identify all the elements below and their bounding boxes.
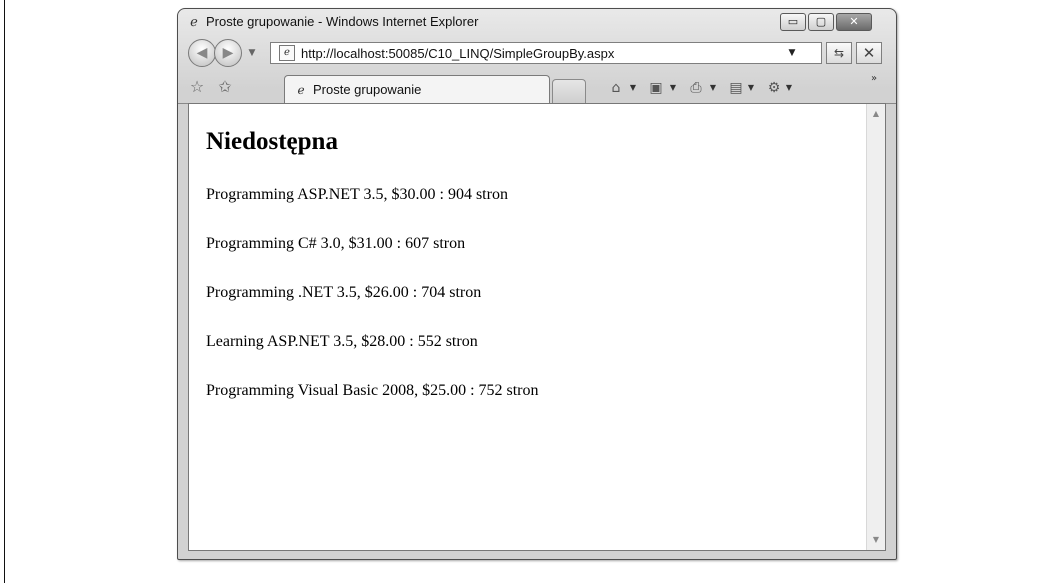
book-item: Programming .NET 3.5, $26.00 : 704 stron bbox=[206, 284, 482, 301]
vertical-scrollbar[interactable]: ▲ ▼ bbox=[866, 104, 885, 550]
refresh-button[interactable]: ⇆ bbox=[826, 42, 852, 64]
print-dropdown-icon[interactable]: ▼ bbox=[708, 80, 718, 96]
tab-label: Proste grupowanie bbox=[313, 82, 422, 97]
scroll-up-icon[interactable]: ▲ bbox=[867, 106, 885, 122]
browser-window: ℯ Proste grupowanie - Windows Internet E… bbox=[177, 8, 897, 560]
tools-gear-icon[interactable]: ⚙ bbox=[764, 79, 784, 97]
favorites-center-icon[interactable]: ☆ bbox=[186, 77, 208, 97]
tools-dropdown-icon[interactable]: ▼ bbox=[784, 80, 794, 96]
tab-bar: ☆ ✩ ℯ Proste grupowanie ⌂ ▼ ▣ ▼ ⎙ ▼ ▤ ▼ … bbox=[178, 71, 896, 104]
minimize-button[interactable]: ▭ bbox=[780, 13, 806, 31]
more-commands-chevron-icon[interactable]: » bbox=[871, 73, 877, 84]
address-url[interactable]: http://localhost:50085/C10_LINQ/SimpleGr… bbox=[301, 46, 614, 61]
add-favorite-icon[interactable]: ✩ bbox=[214, 77, 236, 97]
new-tab-button[interactable] bbox=[552, 79, 586, 103]
forward-button[interactable]: ▶ bbox=[214, 39, 242, 67]
print-icon[interactable]: ⎙ bbox=[686, 79, 706, 97]
recent-pages-dropdown-icon[interactable]: ▼ bbox=[246, 45, 258, 61]
home-icon[interactable]: ⌂ bbox=[606, 79, 626, 97]
close-window-button[interactable]: ✕ bbox=[836, 13, 872, 31]
book-item: Programming Visual Basic 2008, $25.00 : … bbox=[206, 382, 539, 399]
back-button[interactable]: ◀ bbox=[188, 39, 216, 67]
feeds-dropdown-icon[interactable]: ▼ bbox=[668, 80, 678, 96]
page-menu-icon[interactable]: ▤ bbox=[726, 79, 746, 97]
page-icon: ℯ bbox=[279, 45, 295, 61]
address-dropdown-icon[interactable]: ▼ bbox=[785, 45, 799, 61]
home-dropdown-icon[interactable]: ▼ bbox=[628, 80, 638, 96]
tab-ie-icon: ℯ bbox=[297, 83, 305, 97]
address-bar[interactable]: ℯ http://localhost:50085/C10_LINQ/Simple… bbox=[270, 42, 822, 64]
tab-proste-grupowanie[interactable]: ℯ Proste grupowanie bbox=[284, 75, 550, 103]
scroll-down-icon[interactable]: ▼ bbox=[867, 532, 885, 548]
book-item: Programming C# 3.0, $31.00 : 607 stron bbox=[206, 235, 466, 252]
page-dropdown-icon[interactable]: ▼ bbox=[746, 80, 756, 96]
title-bar[interactable]: ℯ Proste grupowanie - Windows Internet E… bbox=[178, 9, 896, 35]
page-viewport: Niedostępna Programming ASP.NET 3.5, $30… bbox=[188, 103, 886, 551]
ie-logo-icon: ℯ bbox=[190, 15, 198, 30]
navigation-bar: ◀ ▶ ▼ ℯ http://localhost:50085/C10_LINQ/… bbox=[178, 35, 896, 71]
window-title: Proste grupowanie - Windows Internet Exp… bbox=[206, 14, 479, 29]
maximize-button[interactable]: ▢ bbox=[808, 13, 834, 31]
book-item: Learning ASP.NET 3.5, $28.00 : 552 stron bbox=[206, 333, 478, 350]
book-item: Programming ASP.NET 3.5, $30.00 : 904 st… bbox=[206, 186, 508, 203]
page-content: Niedostępna Programming ASP.NET 3.5, $30… bbox=[189, 104, 866, 550]
feeds-icon[interactable]: ▣ bbox=[646, 79, 666, 97]
page-heading: Niedostępna bbox=[206, 128, 338, 155]
stop-button[interactable]: ✕ bbox=[856, 42, 882, 64]
